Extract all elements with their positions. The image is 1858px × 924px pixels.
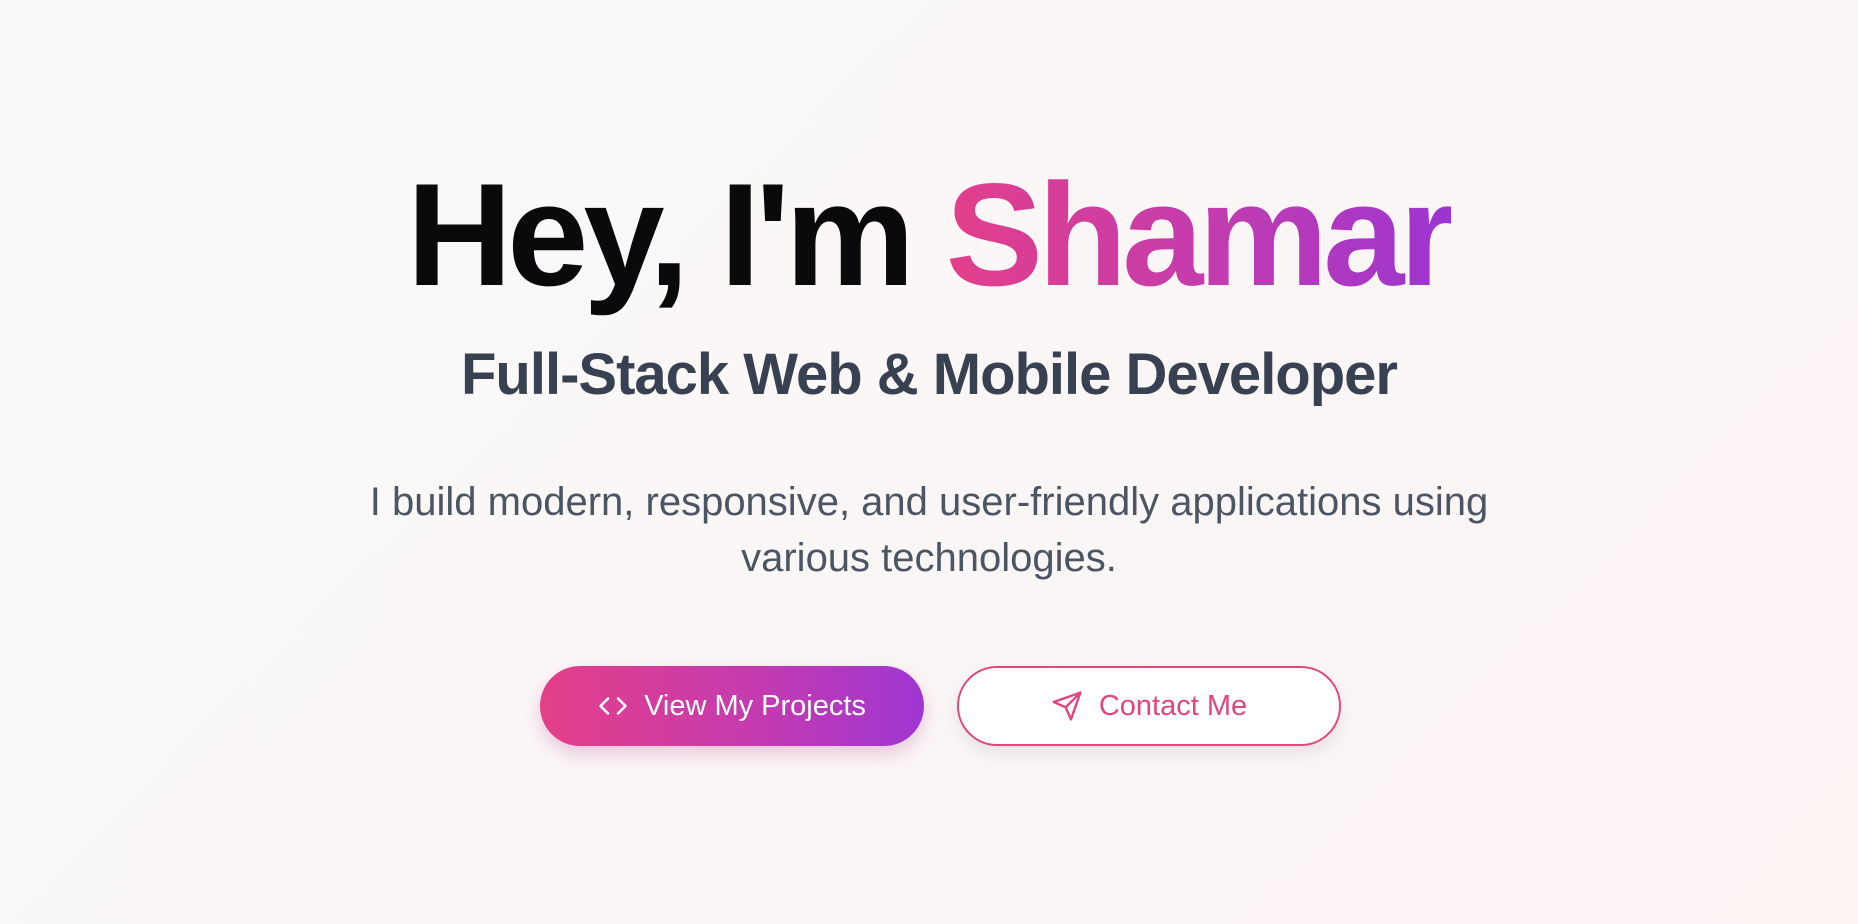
hero-description: I build modern, responsive, and user-fri… — [369, 480, 1489, 580]
hero-section: Hey, I'm Shamar Full-Stack Web & Mobile … — [0, 0, 1858, 924]
view-projects-label: View My Projects — [644, 689, 866, 722]
greeting-text: Hey, I'm — [406, 153, 915, 316]
code-icon — [598, 691, 628, 721]
hero-name: Shamar — [945, 153, 1457, 316]
hero-subtitle: Full-Stack Web & Mobile Developer — [460, 342, 1398, 407]
hero-heading: Hey, I'm Shamar — [0, 150, 1858, 320]
send-icon — [1051, 690, 1083, 722]
contact-me-button[interactable]: Contact Me — [957, 666, 1341, 746]
contact-me-label: Contact Me — [1098, 689, 1248, 722]
view-projects-button[interactable]: View My Projects — [540, 666, 924, 746]
